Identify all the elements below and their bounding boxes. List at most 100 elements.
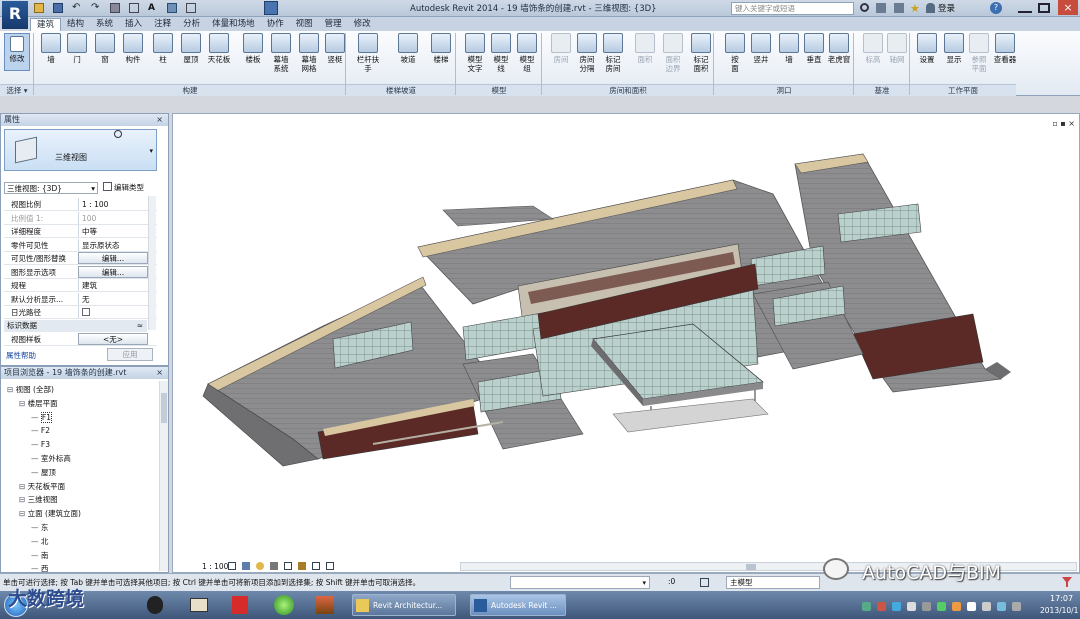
ribbon-button-30[interactable]: 设置 bbox=[914, 33, 940, 64]
tab-10[interactable]: 修改 bbox=[348, 18, 377, 31]
tree-item[interactable]: ⊟ 立面 (建筑立面) bbox=[19, 507, 81, 520]
ribbon-button-5[interactable]: 屋顶 bbox=[178, 33, 204, 64]
detail-level-icon[interactable] bbox=[228, 562, 236, 570]
user-icon[interactable] bbox=[926, 3, 935, 13]
visual-style-icon[interactable] bbox=[242, 562, 250, 570]
hide-icon[interactable] bbox=[312, 562, 320, 570]
tray-icon[interactable] bbox=[967, 602, 976, 611]
edit-button[interactable]: 编辑... bbox=[78, 252, 148, 264]
tree-item[interactable]: — 南 bbox=[31, 549, 48, 562]
revit-logo-icon[interactable]: R bbox=[2, 1, 28, 29]
taskbar-item-0[interactable]: Revit Architectur... bbox=[352, 594, 456, 616]
ribbon-button-16[interactable]: 模型 组 bbox=[514, 33, 540, 73]
prop-value[interactable]: 1 : 100 bbox=[78, 198, 148, 210]
properties-scrollbar[interactable] bbox=[148, 196, 156, 330]
select-panel-label[interactable]: 选择 ▾ bbox=[0, 84, 34, 96]
panel-label-2[interactable]: 模型 bbox=[456, 84, 542, 96]
close-button[interactable]: × bbox=[1058, 0, 1078, 15]
prop-value[interactable]: 显示原状态 bbox=[78, 238, 148, 251]
autodesk-app-icon[interactable] bbox=[316, 596, 334, 614]
qq-icon[interactable] bbox=[147, 596, 163, 614]
model-selector[interactable]: 主模型 bbox=[726, 576, 820, 589]
ribbon-button-8[interactable]: 幕墙 系统 bbox=[268, 33, 294, 73]
tab-3[interactable]: 插入 bbox=[119, 18, 148, 31]
close-icon[interactable]: × bbox=[156, 114, 163, 126]
tray-icon[interactable] bbox=[877, 602, 886, 611]
tree-item[interactable]: ⊟ 楼层平面 bbox=[19, 397, 58, 410]
ribbon-button-6[interactable]: 天花板 bbox=[206, 33, 232, 64]
view-scale[interactable]: 1 : 100 bbox=[202, 561, 228, 573]
panel-label-6[interactable]: 工作平面 bbox=[910, 84, 1016, 96]
maximize-button[interactable] bbox=[1038, 3, 1050, 13]
tree-item[interactable]: — F3 bbox=[31, 438, 50, 451]
filter-icon[interactable] bbox=[1062, 577, 1072, 587]
prop-value[interactable]: 中等 bbox=[78, 225, 148, 237]
sun-path-checkbox[interactable] bbox=[82, 308, 90, 316]
clock-time[interactable]: 17:07 bbox=[1050, 594, 1073, 603]
tab-6[interactable]: 体量和场地 bbox=[206, 18, 261, 31]
ribbon-button-9[interactable]: 幕墙 网格 bbox=[296, 33, 322, 73]
prop-value[interactable]: 建筑 bbox=[78, 279, 148, 291]
modify-button[interactable]: 修改 bbox=[4, 33, 30, 71]
tray-icon[interactable] bbox=[952, 602, 961, 611]
crop-view-icon[interactable] bbox=[284, 562, 292, 570]
analytical-icon[interactable] bbox=[326, 562, 334, 570]
ribbon-button-2[interactable]: 窗 bbox=[92, 33, 118, 64]
tree-item[interactable]: — 室外标高 bbox=[31, 452, 71, 465]
view-control-bar[interactable] bbox=[228, 562, 418, 572]
tab-0[interactable]: 建筑 bbox=[30, 18, 62, 31]
ribbon-button-26[interactable]: 垂直 bbox=[801, 33, 827, 64]
sun-path-icon[interactable] bbox=[256, 562, 264, 570]
expand-icon[interactable]: ⊟ bbox=[19, 495, 28, 504]
ribbon-button-12[interactable]: 坡道 bbox=[395, 33, 421, 64]
ribbon-button-4[interactable]: 柱 bbox=[150, 33, 176, 64]
text-icon[interactable]: A bbox=[148, 3, 158, 13]
search-icon[interactable] bbox=[860, 3, 869, 12]
scroll-thumb[interactable] bbox=[746, 564, 756, 570]
taskbar-item-1[interactable]: Autodesk Revit ... bbox=[470, 594, 566, 616]
design-option-icon[interactable] bbox=[700, 578, 709, 587]
prop-value[interactable] bbox=[78, 306, 148, 318]
tab-2[interactable]: 系统 bbox=[90, 18, 119, 31]
ribbon-button-17[interactable]: 房间 bbox=[548, 33, 574, 64]
panel-label-0[interactable]: 构建 bbox=[34, 84, 346, 96]
expand-icon[interactable]: ⊟ bbox=[19, 482, 28, 491]
switch-windows-icon[interactable] bbox=[264, 1, 278, 15]
print-icon[interactable] bbox=[110, 3, 120, 13]
panel-label-4[interactable]: 洞口 bbox=[714, 84, 854, 96]
ribbon-button-25[interactable]: 墙 bbox=[776, 33, 802, 64]
tray-icon[interactable] bbox=[922, 602, 931, 611]
pdf-icon[interactable] bbox=[232, 596, 248, 614]
ribbon-button-22[interactable]: 标记 面积 bbox=[688, 33, 714, 73]
minimize-button[interactable] bbox=[1018, 3, 1032, 13]
expand-icon[interactable]: ⊟ bbox=[7, 385, 16, 394]
favorites-icon[interactable]: ★ bbox=[910, 2, 920, 15]
tree-item[interactable]: — 北 bbox=[31, 535, 48, 548]
ribbon-button-32[interactable]: 参照 平面 bbox=[966, 33, 992, 73]
prop-value[interactable]: 无 bbox=[78, 292, 148, 305]
tab-7[interactable]: 协作 bbox=[261, 18, 290, 31]
media-icon[interactable] bbox=[190, 598, 208, 612]
dropdown-arrow-icon[interactable]: ▾ bbox=[149, 147, 153, 155]
ribbon-button-7[interactable]: 楼板 bbox=[240, 33, 266, 64]
panel-label-1[interactable]: 楼梯坡道 bbox=[346, 84, 456, 96]
close-icon[interactable]: × bbox=[156, 367, 163, 379]
ribbon-button-13[interactable]: 楼梯 bbox=[428, 33, 454, 64]
tree-item[interactable]: — F1 bbox=[31, 411, 52, 424]
edit-button[interactable]: 编辑... bbox=[78, 265, 148, 278]
edit-type-button[interactable]: 编辑类型 bbox=[103, 181, 144, 194]
tray-icon[interactable] bbox=[892, 602, 901, 611]
browser-icon[interactable] bbox=[274, 595, 294, 615]
section-icon[interactable] bbox=[186, 3, 196, 13]
tree-item[interactable]: — F2 bbox=[31, 424, 50, 437]
type-selector[interactable]: 三维视图 ▾ bbox=[4, 129, 157, 171]
redo-icon[interactable]: ↷ bbox=[91, 3, 101, 13]
tree-item[interactable]: ⊟ 天花板平面 bbox=[19, 480, 65, 493]
ribbon-button-20[interactable]: 面积 bbox=[632, 33, 658, 64]
ribbon-button-33[interactable]: 查看器 bbox=[992, 33, 1018, 64]
tree-item[interactable]: — 屋顶 bbox=[31, 466, 56, 479]
identity-section[interactable]: 标识数据 ≈ bbox=[4, 320, 147, 332]
browser-scrollbar[interactable] bbox=[159, 381, 168, 571]
search-input[interactable]: 键入关键字或短语 bbox=[731, 2, 854, 15]
ribbon-button-24[interactable]: 竖井 bbox=[748, 33, 774, 64]
